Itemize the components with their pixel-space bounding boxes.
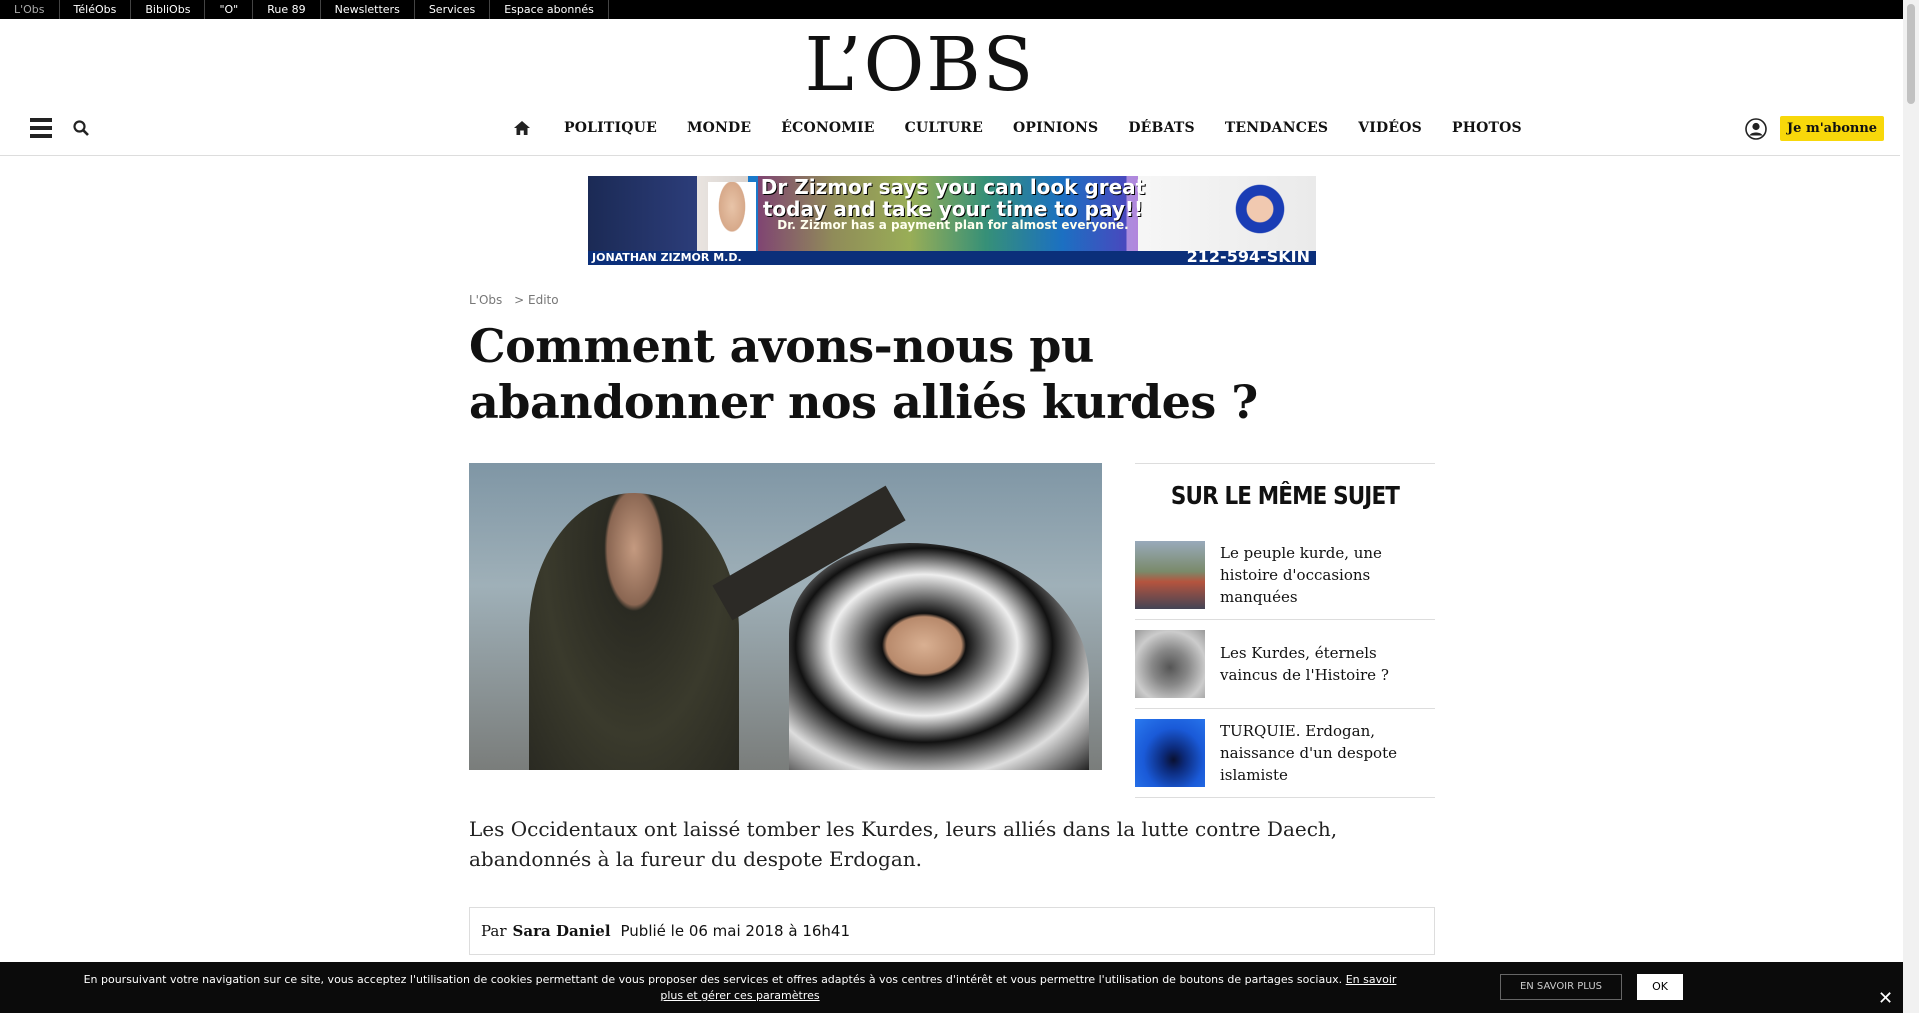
nav-economie[interactable]: ÉCONOMIE [781, 117, 874, 139]
topbar-link-o[interactable]: "O" [205, 0, 254, 19]
related-item-title[interactable]: TURQUIE. Erdogan, naissance d'un despote… [1220, 720, 1435, 786]
ad-doctor-photo [708, 182, 756, 252]
topbar-link-espace-abonnes[interactable]: Espace abonnés [490, 0, 609, 19]
top-bar: L'Obs TéléObs BibliObs "O" Rue 89 Newsle… [0, 0, 1919, 19]
breadcrumb-section[interactable]: > Edito [514, 293, 558, 307]
byline-prefix: Par [481, 922, 507, 940]
learn-more-button[interactable]: EN SAVOIR PLUS [1500, 974, 1622, 1000]
breadcrumb: L'Obs > Edito [469, 293, 567, 307]
related-thumbnail[interactable] [1135, 630, 1205, 698]
scrollbar[interactable] [1903, 0, 1919, 1013]
topbar-link-teleobs[interactable]: TéléObs [60, 0, 132, 19]
topbar-link-lobs[interactable]: L'Obs [0, 0, 60, 19]
ad-subline: Dr. Zizmor has a payment plan for almost… [777, 218, 1129, 232]
nav-photos[interactable]: PHOTOS [1452, 117, 1522, 139]
article-photo [469, 463, 1102, 770]
ad-banner[interactable]: Dr Zizmor says you can look great today … [588, 176, 1316, 265]
author-name[interactable]: Sara Daniel [513, 922, 611, 940]
article-lede: Les Occidentaux ont laissé tomber les Ku… [469, 817, 1338, 871]
ad-woman-illustration [1232, 182, 1288, 242]
subscribe-button[interactable]: Je m'abonne [1780, 116, 1885, 141]
cookie-banner: En poursuivant votre navigation sur ce s… [0, 962, 1919, 1013]
nav-monde[interactable]: MONDE [687, 117, 751, 139]
photo-figure-left [529, 493, 739, 770]
byline: Par Sara Daniel Publié le 06 mai 2018 à … [469, 907, 1435, 955]
related-articles: SUR LE MÊME SUJET Le peuple kurde, une h… [1135, 463, 1435, 798]
ad-headline: Dr Zizmor says you can look great today … [760, 176, 1146, 221]
user-icon[interactable] [1745, 118, 1767, 140]
topbar-link-newsletters[interactable]: Newsletters [321, 0, 415, 19]
nav-debats[interactable]: DÉBATS [1128, 117, 1194, 139]
cookie-message-wrap: En poursuivant votre navigation sur ce s… [80, 972, 1400, 1004]
nav-tendances[interactable]: TENDANCES [1225, 117, 1328, 139]
related-item[interactable]: Les Kurdes, éternels vaincus de l'Histoi… [1135, 620, 1435, 709]
search-icon[interactable] [73, 120, 89, 136]
related-item[interactable]: TURQUIE. Erdogan, naissance d'un despote… [1135, 709, 1435, 798]
home-icon[interactable] [514, 118, 534, 138]
nav-politique[interactable]: POLITIQUE [564, 117, 657, 139]
scrollbar-thumb[interactable] [1907, 4, 1915, 104]
site-logo[interactable]: L’OBS [0, 26, 1840, 104]
ad-phone: 212-594-SKIN [1186, 247, 1310, 265]
nav-opinions[interactable]: OPINIONS [1013, 117, 1098, 139]
main-nav: POLITIQUE MONDE ÉCONOMIE CULTURE OPINION… [0, 110, 1900, 156]
related-heading: SUR LE MÊME SUJET [1170, 481, 1400, 510]
cookie-message: En poursuivant votre navigation sur ce s… [83, 973, 1343, 986]
topbar-link-bibliobs[interactable]: BibliObs [131, 0, 206, 19]
ok-button[interactable]: OK [1637, 974, 1683, 1000]
nav-items: POLITIQUE MONDE ÉCONOMIE CULTURE OPINION… [514, 117, 1552, 139]
nav-videos[interactable]: VIDÉOS [1358, 117, 1422, 139]
publish-date: Publié le 06 mai 2018 à 16h41 [620, 922, 850, 940]
related-item[interactable]: Le peuple kurde, une histoire d'occasion… [1135, 531, 1435, 620]
related-item-title[interactable]: Les Kurdes, éternels vaincus de l'Histoi… [1220, 642, 1435, 686]
topbar-link-services[interactable]: Services [415, 0, 491, 19]
close-icon[interactable]: ✕ [1878, 988, 1893, 1009]
related-thumbnail[interactable] [1135, 541, 1205, 609]
nav-culture[interactable]: CULTURE [905, 117, 983, 139]
topbar-link-rue89[interactable]: Rue 89 [253, 0, 321, 19]
breadcrumb-home[interactable]: L'Obs [469, 293, 502, 307]
related-item-title[interactable]: Le peuple kurde, une histoire d'occasion… [1220, 542, 1435, 608]
related-thumbnail[interactable] [1135, 719, 1205, 787]
ad-doctor-name: JONATHAN ZIZMOR M.D. [592, 251, 742, 264]
article-title: Comment avons-nous pu abandonner nos all… [469, 319, 1258, 429]
menu-icon[interactable] [30, 118, 52, 138]
